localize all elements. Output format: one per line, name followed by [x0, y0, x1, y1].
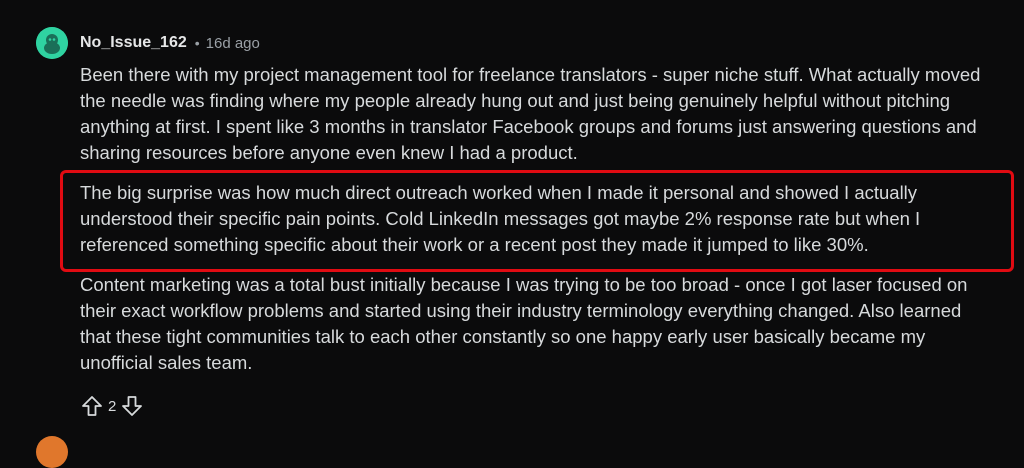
comment-actions: 2	[80, 394, 992, 418]
vote-score: 2	[108, 397, 117, 415]
comment: No_Issue_162 • 16d ago Been there with m…	[36, 26, 1014, 418]
downvote-button[interactable]	[120, 394, 144, 418]
comment-paragraph-1: Been there with my project management to…	[80, 64, 981, 163]
timestamp[interactable]: 16d ago	[206, 35, 260, 52]
highlighted-section: The big surprise was how much direct out…	[60, 170, 1014, 272]
separator-dot: •	[194, 35, 200, 51]
arrow-down-icon	[122, 396, 143, 416]
arrow-up-icon	[82, 396, 102, 416]
upvote-button[interactable]	[80, 394, 104, 418]
comment-body: Been there with my project management to…	[60, 62, 1014, 418]
comment-paragraph-3: Content marketing was a total bust initi…	[80, 274, 968, 373]
username[interactable]: No_Issue_162	[80, 34, 187, 52]
snoo-avatar-icon	[36, 27, 68, 59]
comment-header: No_Issue_162 • 16d ago	[36, 26, 996, 60]
avatar[interactable]	[36, 27, 68, 59]
next-comment-avatar[interactable]	[36, 436, 68, 468]
highlight-box	[60, 170, 1014, 272]
